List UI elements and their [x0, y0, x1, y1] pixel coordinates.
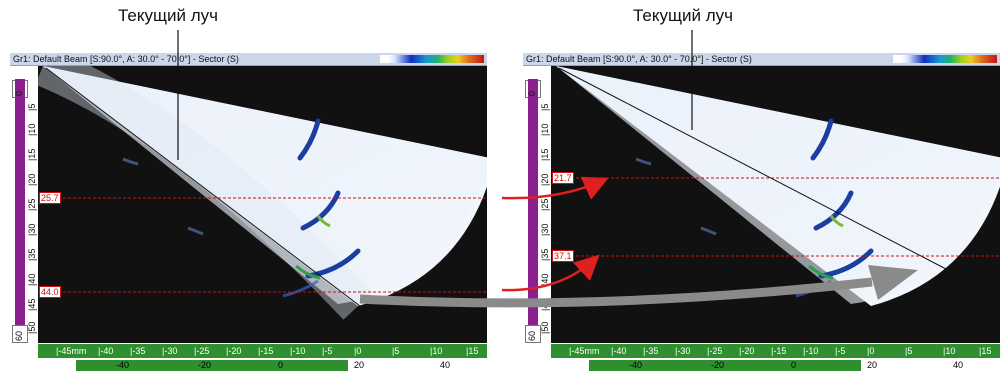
annotation-overlay — [177, 30, 918, 308]
red-arrow-icon — [501, 254, 600, 292]
gray-arrow-icon — [359, 277, 873, 308]
red-arrow-icon — [501, 176, 609, 200]
gray-arrowhead-icon — [868, 265, 918, 300]
